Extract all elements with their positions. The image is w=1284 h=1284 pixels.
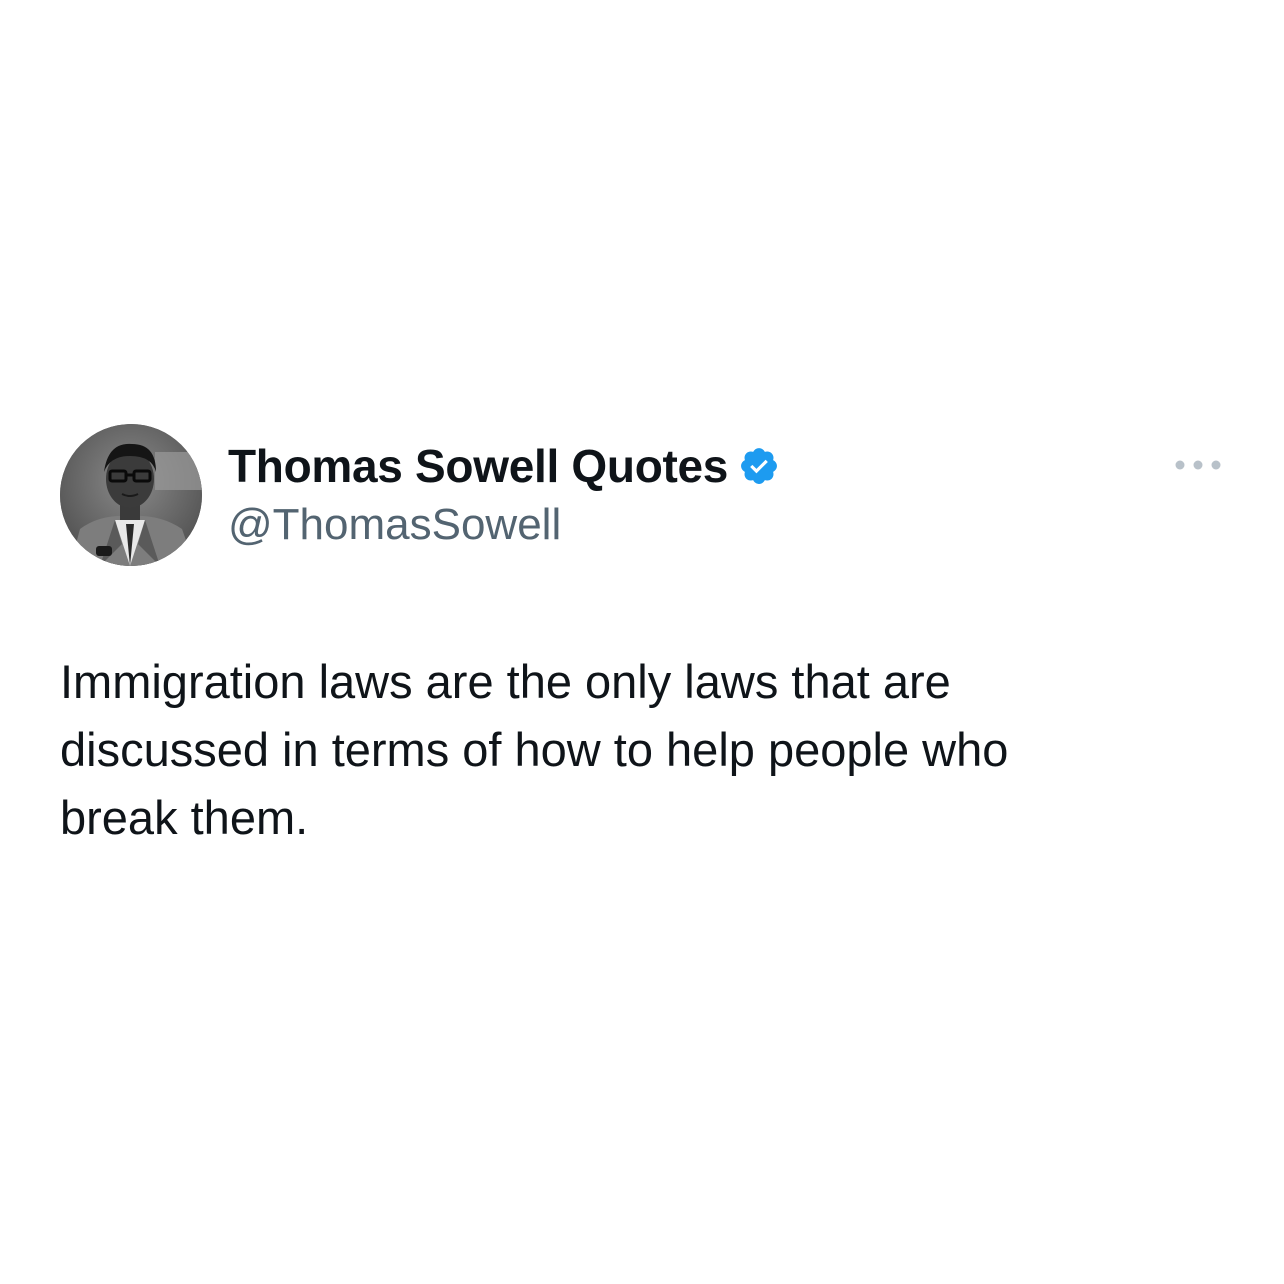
tweet-card: Thomas Sowell Quotes @ThomasSowell Immig… <box>0 0 1284 1284</box>
author-display-name[interactable]: Thomas Sowell Quotes <box>228 439 728 493</box>
tweet-text: Immigration laws are the only laws that … <box>60 655 1009 844</box>
author-avatar[interactable] <box>60 424 202 566</box>
more-options-icon[interactable] <box>1172 452 1224 478</box>
avatar-photo <box>60 424 202 566</box>
author-handle[interactable]: @ThomasSowell <box>228 500 561 550</box>
author-name-row: Thomas Sowell Quotes <box>228 440 780 492</box>
verified-badge-icon <box>738 445 780 487</box>
